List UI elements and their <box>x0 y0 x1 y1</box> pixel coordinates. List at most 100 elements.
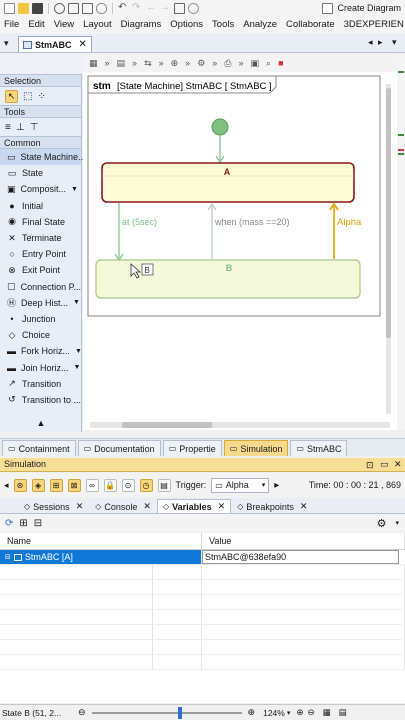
chevron-down-icon[interactable]: ▾ <box>287 709 291 717</box>
chevron-down-icon[interactable]: ▼ <box>73 299 80 306</box>
column-header-value[interactable]: Value <box>202 533 405 549</box>
align-vertical-icon[interactable]: ⊤ <box>30 122 39 133</box>
expand-all-icon[interactable]: ⊞ <box>19 518 27 529</box>
close-icon[interactable]: ✕ <box>218 501 226 512</box>
panel-menu-icon[interactable]: ⊡ <box>366 459 374 472</box>
error-stripe-marker[interactable] <box>398 149 404 151</box>
zoom-fit-icon[interactable]: ⊕ <box>296 707 303 718</box>
close-icon[interactable]: ✕ <box>300 501 308 512</box>
palette-item[interactable]: ◇ Choice <box>0 327 81 343</box>
scroll-thumb[interactable] <box>122 422 212 428</box>
zoom-level[interactable]: 124% <box>263 708 285 718</box>
history-icon[interactable] <box>188 2 199 14</box>
column-header-name[interactable]: Name <box>0 533 202 549</box>
align-horizontal-icon[interactable]: ⊥ <box>16 122 25 133</box>
chevron-down-icon[interactable]: ▼ <box>75 348 82 355</box>
horizontal-scrollbar[interactable] <box>90 422 390 428</box>
menu-diagrams[interactable]: Diagrams <box>121 19 162 30</box>
tab-containment[interactable]: ▭ Containment <box>2 440 76 456</box>
model-icon[interactable] <box>174 2 185 14</box>
palette-item[interactable]: Ⓗ Deep Hist... ▼ <box>0 295 81 311</box>
record-icon[interactable]: ⊙ <box>121 478 135 492</box>
close-icon[interactable]: ✕ <box>76 501 84 512</box>
menu-analyze[interactable]: Analyze <box>243 19 277 30</box>
menu-options[interactable]: Options <box>170 19 203 30</box>
distribute-icon[interactable]: ≡ <box>5 122 11 133</box>
menu-tools[interactable]: Tools <box>212 19 234 30</box>
minimize-icon[interactable]: ▭ <box>380 458 389 471</box>
tab-stmabc[interactable]: ▭ StmABC <box>290 440 348 456</box>
trigger-select[interactable]: ▭ Alpha ▾ <box>211 477 270 493</box>
expand-icon[interactable]: » <box>132 58 137 68</box>
scroll-thumb[interactable] <box>386 88 391 338</box>
grid-icon[interactable]: ▣ <box>251 58 260 69</box>
table-cell-name[interactable]: ⊟ StmABC [A] <box>0 550 202 564</box>
lasso-icon[interactable]: ⁘ <box>37 91 45 102</box>
zoom-slider[interactable] <box>91 706 242 719</box>
zoom-slider-thumb[interactable] <box>177 706 182 719</box>
diagram-canvas[interactable]: stm [State Machine] StmABC [ StmABC ] A … <box>83 72 397 430</box>
step-out-icon[interactable]: ⊞ <box>49 478 63 492</box>
palette-item[interactable]: • Junction <box>0 311 81 327</box>
chevron-down-icon[interactable]: ▾ <box>395 519 399 527</box>
close-icon[interactable]: ✕ <box>79 39 87 50</box>
palette-section-tools[interactable]: Tools <box>0 105 81 118</box>
palette-section-selection[interactable]: Selection <box>0 74 81 87</box>
expand-icon[interactable]: » <box>212 58 217 68</box>
chevron-down-icon[interactable]: ▼ <box>71 186 78 193</box>
tab-propertie[interactable]: ▭ Propertie <box>162 440 222 456</box>
expand-icon[interactable]: » <box>185 58 190 68</box>
tab-simulation[interactable]: ▭ Simulation <box>223 440 289 456</box>
palette-item[interactable]: ▭ State Machine... <box>0 149 86 166</box>
find-icon[interactable] <box>96 2 107 14</box>
palette-item[interactable]: ▬ Fork Horiz... ▼ <box>0 343 82 359</box>
vertical-scrollbar[interactable] <box>386 84 391 414</box>
paste-icon[interactable] <box>82 2 93 14</box>
table-cell-value[interactable]: StmABC@638efa90 <box>202 550 399 564</box>
error-stripe-marker[interactable] <box>398 71 404 73</box>
search-icon[interactable]: ⌕ <box>266 58 271 69</box>
marquee-icon[interactable]: ⬚ <box>23 91 32 102</box>
settings-icon[interactable]: ⚙ <box>197 58 205 69</box>
menu-layout[interactable]: Layout <box>83 19 112 30</box>
open-folder-icon[interactable] <box>18 2 29 14</box>
expand-icon[interactable]: » <box>159 58 164 68</box>
scroll-tabs-left-icon[interactable]: ◂ <box>368 37 373 48</box>
stop-icon[interactable]: ■ <box>278 58 283 68</box>
control-previous-icon[interactable]: ◂ <box>4 480 9 491</box>
palette-scroll-up-icon[interactable]: ▲ <box>0 418 82 428</box>
tab-documentation[interactable]: ▭ Documentation <box>77 440 161 456</box>
create-diagram-button[interactable]: Create Diagram <box>318 1 405 15</box>
chevron-down-icon[interactable]: ▼ <box>74 364 81 371</box>
layout-icon[interactable]: ▤ <box>117 58 126 69</box>
notifications-icon[interactable]: ▤ <box>339 707 347 718</box>
palette-item[interactable]: ▢ Connection P... <box>0 279 81 295</box>
refresh-icon[interactable]: ⟳ <box>5 518 13 529</box>
zoom-out-icon[interactable]: ⊖ <box>78 707 86 718</box>
subtab-console[interactable]: ◇ Console ✕ <box>89 499 157 513</box>
subtab-sessions[interactable]: ◇ Sessions ✕ <box>18 499 89 513</box>
palette-item[interactable]: ⊗ Exit Point <box>0 262 81 278</box>
zoom-icon[interactable]: ⊕ <box>171 58 179 69</box>
pointer-icon[interactable]: ↖ <box>5 89 18 103</box>
palette-item[interactable]: ▣ Composit... ▼ <box>0 181 81 197</box>
export-icon[interactable]: ⎙ <box>224 58 231 69</box>
copy-icon[interactable] <box>68 2 79 14</box>
new-file-icon[interactable] <box>4 2 15 14</box>
route-icon[interactable]: ⇆ <box>144 58 152 69</box>
tab-stmabc[interactable]: StmABC ✕ <box>18 36 92 52</box>
align-icon[interactable]: ▦ <box>89 58 98 69</box>
initial-node[interactable] <box>211 118 229 136</box>
error-stripe-marker[interactable] <box>398 134 404 136</box>
palette-item[interactable]: ▭ State <box>0 165 81 181</box>
redo-icon[interactable]: ↷ <box>132 2 143 14</box>
table-row[interactable]: ⊟ StmABC [A] StmABC@638efa90 <box>0 550 405 565</box>
menu-view[interactable]: View <box>54 19 74 30</box>
zoom-actual-icon[interactable]: ⊖ <box>307 707 314 718</box>
save-icon[interactable] <box>32 2 43 14</box>
palette-item[interactable]: ↗ Transition <box>0 376 81 392</box>
forward-icon[interactable]: → <box>160 2 171 14</box>
menu-collaborate[interactable]: Collaborate <box>286 19 335 30</box>
send-trigger-icon[interactable]: ▸ <box>274 480 279 491</box>
palette-item[interactable]: ▬ Join Horiz... ▼ <box>0 359 81 375</box>
